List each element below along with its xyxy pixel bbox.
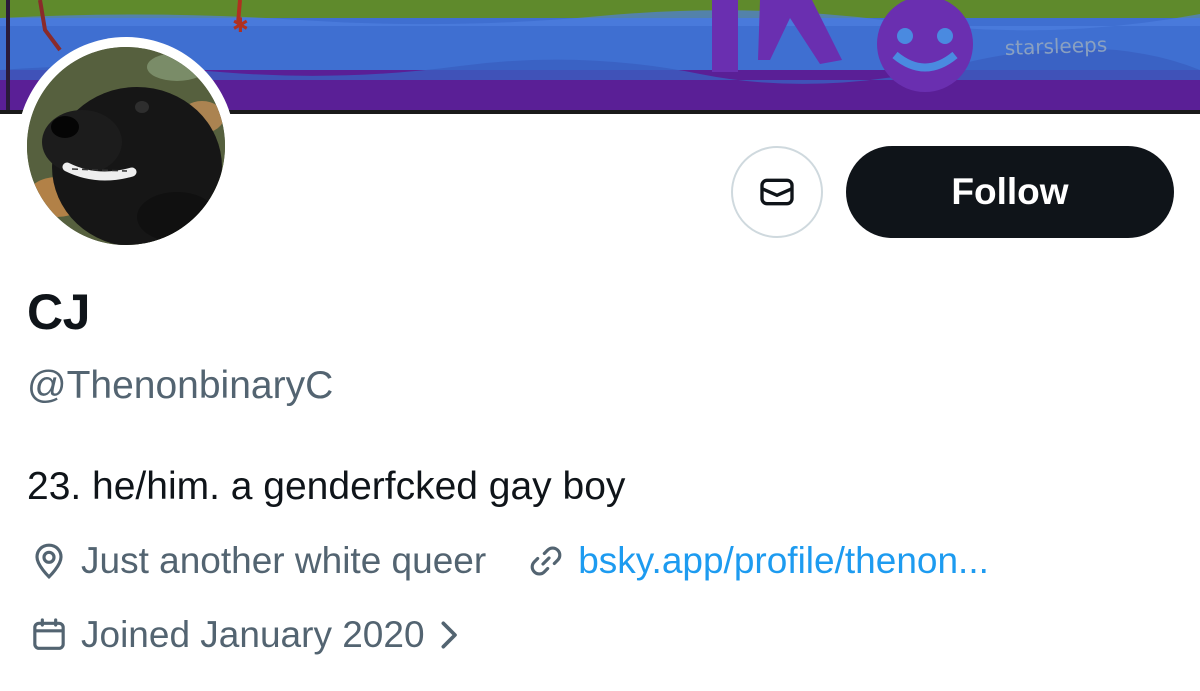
follow-button[interactable]: Follow bbox=[846, 146, 1174, 238]
envelope-icon bbox=[757, 172, 797, 212]
location-pin-icon bbox=[27, 539, 71, 583]
avatar[interactable] bbox=[27, 47, 225, 245]
calendar-icon bbox=[27, 613, 71, 657]
banner-watermark: starsleeps bbox=[1004, 32, 1107, 60]
profile-meta-row: Just another white queer bsky.app/profil… bbox=[27, 538, 989, 584]
location-text: Just another white queer bbox=[81, 540, 487, 581]
website-link[interactable]: bsky.app/profile/thenon... bbox=[524, 538, 989, 584]
link-icon bbox=[524, 539, 568, 583]
svg-text:✱: ✱ bbox=[232, 13, 249, 37]
avatar-photo bbox=[27, 47, 225, 245]
joined-text: Joined January 2020 bbox=[81, 614, 425, 655]
chevron-right-icon[interactable] bbox=[439, 620, 461, 650]
profile-bio: 23. he/him. a genderfcked gay boy bbox=[27, 465, 626, 508]
joined-row[interactable]: Joined January 2020 bbox=[27, 612, 461, 658]
display-name: CJ bbox=[27, 284, 90, 340]
location-item: Just another white queer bbox=[27, 538, 486, 584]
user-handle: @ThenonbinaryC bbox=[27, 364, 334, 407]
message-button[interactable] bbox=[731, 146, 823, 238]
website-text[interactable]: bsky.app/profile/thenon... bbox=[578, 538, 989, 584]
